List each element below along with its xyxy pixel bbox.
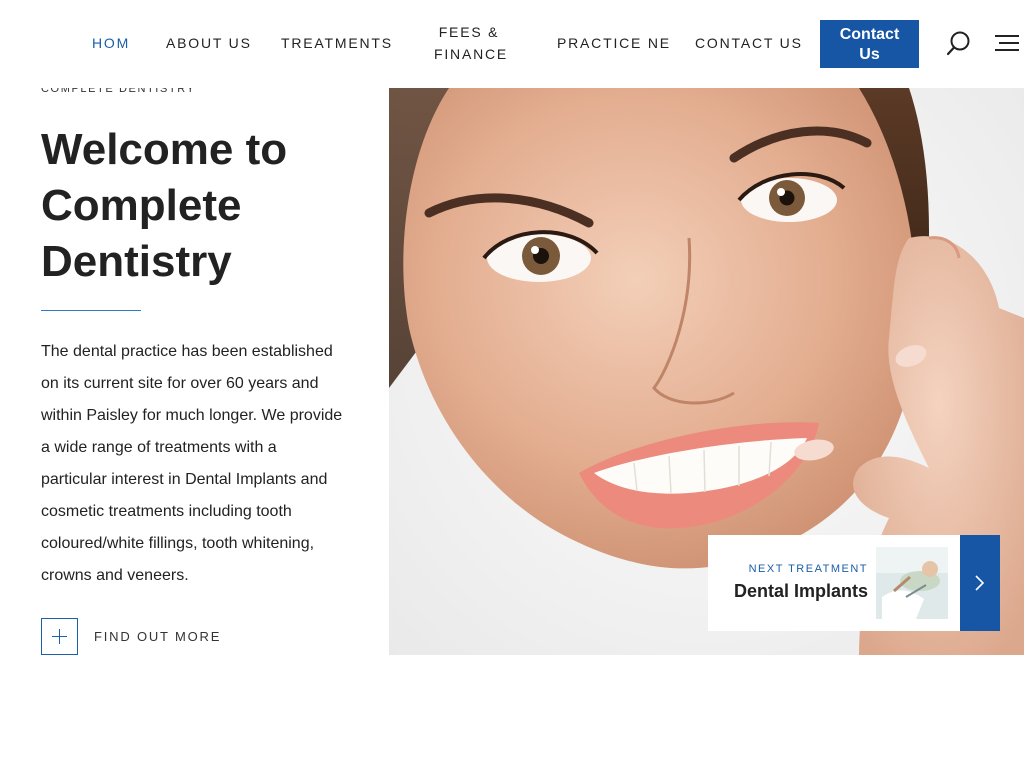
find-out-more-link[interactable]: FIND OUT MORE: [41, 618, 221, 655]
next-treatment-card[interactable]: NEXT TREATMENT Dental Implants: [708, 535, 960, 631]
page-title-line2: Complete: [41, 181, 242, 230]
find-out-more-label: FIND OUT MORE: [94, 629, 222, 644]
contact-button-line2: Us: [859, 46, 880, 63]
page-title-line1: Welcome to: [41, 125, 288, 174]
hamburger-menu-icon[interactable]: [995, 33, 1019, 53]
nav-item-about-us[interactable]: ABOUT US: [166, 32, 252, 54]
nav-item-home[interactable]: HOM: [92, 32, 130, 54]
plus-icon: [41, 618, 78, 655]
page-title: Welcome to Complete Dentistry: [41, 122, 371, 290]
next-treatment-kicker: NEXT TREATMENT: [748, 563, 868, 575]
nav-item-fees-finance[interactable]: FEES & FINANCE: [434, 21, 509, 65]
nav-item-contact-us[interactable]: CONTACT US: [695, 32, 803, 54]
nav-item-treatments[interactable]: TREATMENTS: [281, 32, 393, 54]
next-treatment-arrow-button[interactable]: [960, 535, 1000, 631]
title-divider: [41, 310, 141, 311]
chevron-right-icon: [975, 575, 985, 591]
search-icon[interactable]: [946, 30, 972, 56]
dental-implants-thumbnail: [876, 547, 948, 619]
contact-us-button[interactable]: Contact Us: [820, 20, 919, 68]
nav-item-fees-line2: FINANCE: [434, 46, 509, 62]
page-title-line3: Dentistry: [41, 237, 232, 286]
contact-button-line1: Contact: [839, 26, 900, 43]
nav-item-fees-line1: FEES &: [438, 24, 500, 40]
nav-item-practice-news[interactable]: PRACTICE NE: [557, 32, 671, 54]
intro-paragraph: The dental practice has been established…: [41, 343, 343, 584]
next-treatment-title: Dental Implants: [733, 581, 868, 601]
site-header: HOM ABOUT US TREATMENTS FEES & FINANCE P…: [0, 0, 1024, 88]
